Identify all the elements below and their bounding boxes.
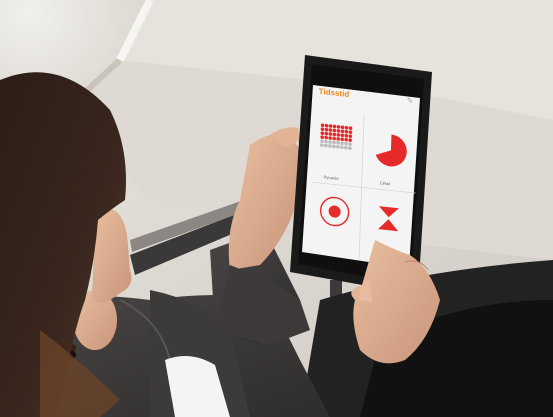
- target-icon[interactable]: [319, 196, 350, 227]
- dot-grid-icon[interactable]: [320, 123, 353, 150]
- hourglass-icon[interactable]: [378, 206, 399, 232]
- tile-label-cirkel: Cirkel: [379, 180, 391, 187]
- tablet-app-screen: Tidsstid ✎ Pyramid Cirkel: [305, 84, 423, 275]
- tile-grid: [311, 115, 416, 260]
- pie-icon[interactable]: [375, 133, 407, 168]
- photo-scene: [0, 0, 553, 417]
